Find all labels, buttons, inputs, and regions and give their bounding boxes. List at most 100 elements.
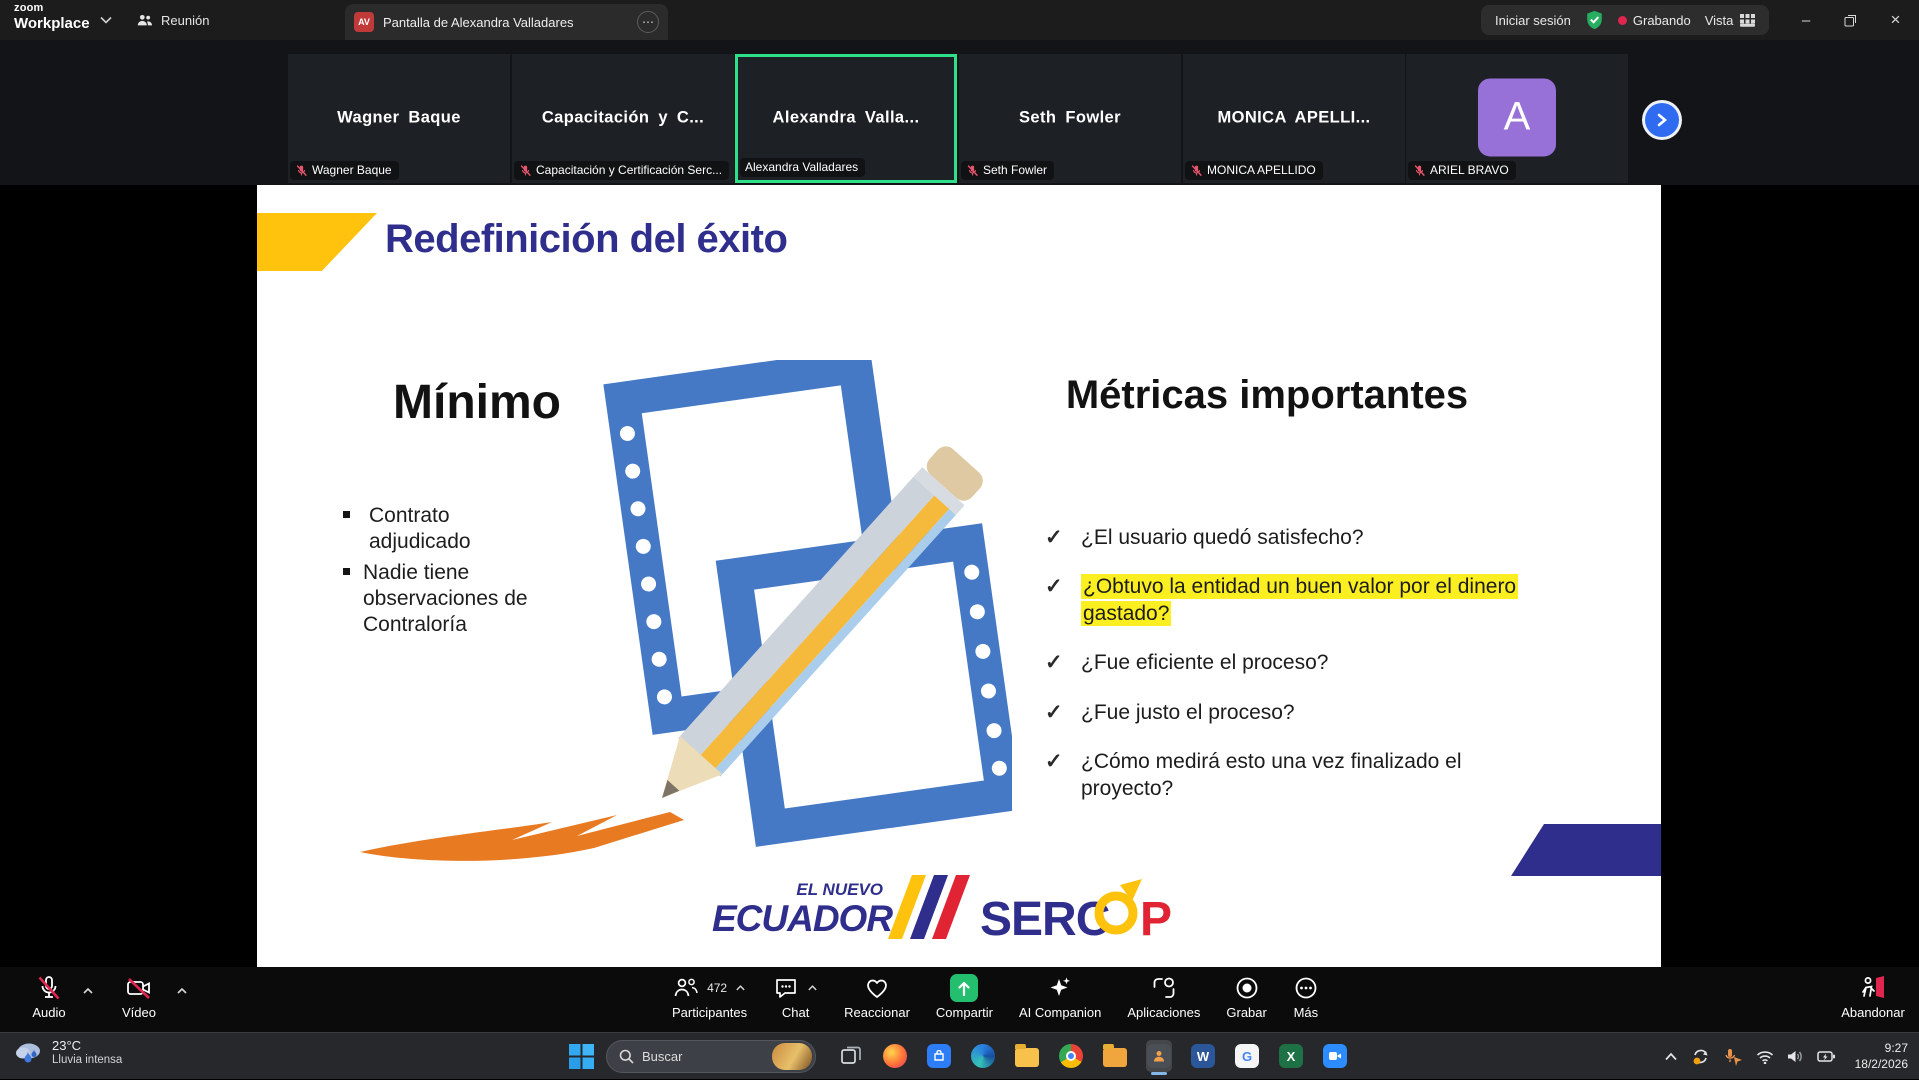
participant-label: Wagner Baque	[290, 161, 399, 180]
mic-muted-icon	[1190, 164, 1203, 177]
participant-avatar: A	[1478, 78, 1556, 156]
mic-muted-icon	[295, 164, 308, 177]
tray-date: 18/2/2026	[1838, 1056, 1908, 1072]
svg-text:P: P	[1140, 893, 1172, 946]
share-screen-button[interactable]: Compartir	[936, 973, 993, 1020]
record-icon	[1234, 975, 1260, 1001]
speaker-icon[interactable]	[1787, 1049, 1804, 1064]
excel-icon[interactable]: X	[1278, 1040, 1304, 1072]
record-button[interactable]: Grabar	[1226, 973, 1266, 1020]
react-button[interactable]: Reaccionar	[844, 973, 910, 1020]
folder-icon[interactable]	[1014, 1040, 1040, 1072]
tab-shared-screen[interactable]: AV Pantalla de Alexandra Valladares ⋯	[345, 4, 668, 40]
slide-accent-shape	[257, 213, 377, 271]
weather-condition: Lluvia intensa	[52, 1054, 122, 1066]
apps-button[interactable]: Aplicaciones	[1127, 973, 1200, 1020]
titlebar-right-cluster: Iniciar sesión Grabando Vista	[1481, 5, 1769, 35]
meeting-window-icon-active[interactable]	[1146, 1040, 1172, 1072]
next-participants-button[interactable]	[1645, 103, 1679, 137]
participant-label: Seth Fowler	[961, 161, 1054, 180]
view-button[interactable]: Vista	[1705, 13, 1756, 28]
search-highlight-image[interactable]	[772, 1043, 812, 1070]
store-icon[interactable]	[926, 1040, 952, 1072]
video-options-chevron[interactable]	[176, 987, 188, 995]
audio-button[interactable]: Audio	[18, 973, 80, 1020]
participant-tile[interactable]: Seth Fowler Seth Fowler	[959, 54, 1181, 183]
checkmark-icon: ✓	[1045, 650, 1067, 676]
mic-muted-icon	[1413, 164, 1426, 177]
chrome-icon[interactable]	[1058, 1040, 1084, 1072]
share-icon	[950, 974, 978, 1002]
temperature: 23°C	[52, 1038, 122, 1053]
tab-meeting[interactable]: Reunión	[136, 8, 209, 32]
chevron-right-icon	[1656, 113, 1668, 127]
start-button[interactable]	[568, 1043, 595, 1070]
checkmark-icon: ✓	[1045, 574, 1067, 627]
voice-access-icon[interactable]	[1723, 1048, 1743, 1066]
wifi-icon[interactable]	[1756, 1050, 1774, 1064]
square-bullet-icon	[343, 511, 350, 518]
sync-status-icon[interactable]	[1691, 1047, 1710, 1066]
participant-tile[interactable]: A ARIEL BRAVO	[1406, 54, 1628, 183]
participant-tile[interactable]: Capacitación y C... Capacitación y Certi…	[512, 54, 734, 183]
security-shield-icon[interactable]	[1585, 10, 1604, 30]
tray-chevron-up-icon[interactable]	[1664, 1052, 1678, 1061]
participants-icon	[673, 976, 699, 1000]
sign-in-button[interactable]: Iniciar sesión	[1495, 13, 1571, 28]
window-minimize-button[interactable]: –	[1784, 0, 1828, 40]
workspace-chevron-down-icon[interactable]	[100, 16, 112, 24]
zoom-app-icon[interactable]	[1322, 1040, 1348, 1072]
checklist-item: ✓ ¿Fue justo el proceso?	[1045, 700, 1523, 726]
svg-text:SERC: SERC	[980, 893, 1110, 946]
checklist-item-highlighted: ✓ ¿Obtuvo la entidad un buen valor por e…	[1045, 574, 1523, 627]
chat-icon	[773, 975, 799, 1001]
audio-options-chevron[interactable]	[82, 987, 94, 995]
windows-taskbar: 23°C Lluvia intensa Buscar W G X 9:27 18	[0, 1032, 1919, 1079]
tab-options-button[interactable]: ⋯	[637, 11, 659, 33]
participant-label: Alexandra Valladares	[740, 158, 865, 177]
leave-meeting-button[interactable]: Abandonar	[1838, 973, 1908, 1020]
ai-companion-button[interactable]: AI Companion	[1019, 973, 1101, 1020]
camera-muted-icon	[124, 974, 154, 1002]
battery-icon[interactable]	[1817, 1050, 1836, 1063]
chat-chevron[interactable]	[807, 984, 818, 992]
more-ellipsis-icon	[1293, 975, 1319, 1001]
task-view-icon[interactable]	[838, 1040, 864, 1072]
slide-title: Redefinición del éxito	[385, 217, 787, 262]
recording-label: Grabando	[1633, 13, 1691, 28]
taskbar-app-icons: W G X	[838, 1040, 1348, 1072]
toolbar-center-buttons: 472 Participantes Chat Reaccionar Compar…	[672, 973, 1319, 1020]
video-button[interactable]: Vídeo	[108, 973, 170, 1020]
firefox-icon[interactable]	[882, 1040, 908, 1072]
window-close-button[interactable]: ×	[1872, 0, 1919, 40]
recording-indicator: Grabando	[1618, 13, 1691, 28]
search-box[interactable]: Buscar	[606, 1040, 816, 1073]
right-column-heading: Métricas importantes	[1002, 373, 1532, 418]
participant-label: ARIEL BRAVO	[1408, 161, 1516, 180]
window-titlebar: zoom Workplace Reunión AV Pantalla de Al…	[0, 0, 1919, 40]
word-icon[interactable]: W	[1190, 1040, 1216, 1072]
checklist-item: ✓ ¿Fue eficiente el proceso?	[1045, 650, 1523, 676]
participant-tile[interactable]: MONICA APELLI... MONICA APELLIDO	[1183, 54, 1405, 183]
participant-tile[interactable]: Wagner Baque Wagner Baque	[288, 54, 510, 183]
google-icon[interactable]: G	[1234, 1040, 1260, 1072]
participants-button[interactable]: 472 Participantes	[672, 973, 747, 1020]
search-icon	[619, 1049, 634, 1064]
more-button[interactable]: Más	[1293, 973, 1319, 1020]
participant-tile-active-speaker[interactable]: Alexandra Valla... Alexandra Valladares	[735, 54, 957, 183]
restore-icon	[1844, 14, 1857, 27]
files-folder-icon[interactable]	[1102, 1040, 1128, 1072]
taskbar-weather-widget[interactable]: 23°C Lluvia intensa	[14, 1038, 122, 1066]
participant-name: MONICA APELLI...	[1183, 108, 1405, 127]
edge-icon[interactable]	[970, 1040, 996, 1072]
checklist-item: ✓ ¿El usuario quedó satisfecho?	[1045, 525, 1523, 551]
participant-name: Wagner Baque	[288, 108, 510, 127]
window-restore-button[interactable]	[1828, 0, 1872, 40]
taskbar-clock[interactable]: 9:27 18/2/2026	[1838, 1040, 1908, 1072]
participants-chevron[interactable]	[735, 984, 746, 992]
participants-count: 472	[707, 981, 727, 995]
apps-icon	[1151, 975, 1177, 1001]
ai-sparkle-icon	[1047, 975, 1073, 1001]
chat-button[interactable]: Chat	[773, 973, 818, 1020]
view-label: Vista	[1705, 13, 1734, 28]
